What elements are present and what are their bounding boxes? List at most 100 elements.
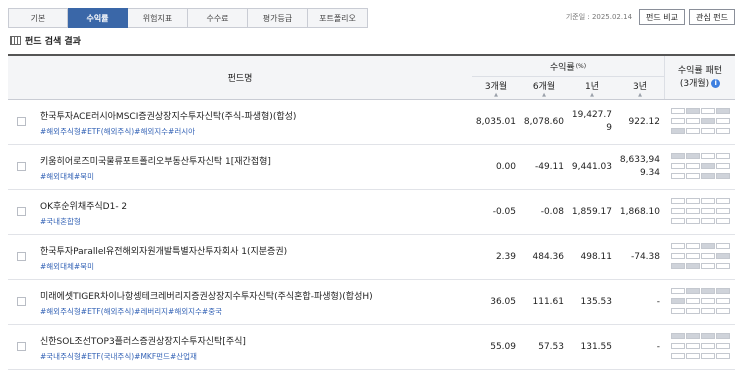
- table-row: OK후순위채주식D1- 2 #국내혼합형 -0.05 -0.08 1,859.17 1,8…: [8, 190, 735, 235]
- pattern-cell: [671, 343, 685, 349]
- info-icon[interactable]: i: [711, 78, 721, 88]
- pattern-cell: [686, 218, 700, 224]
- return-r3y: 8,633,94 9.34: [619, 155, 660, 178]
- pattern-cell: [671, 208, 685, 214]
- pattern-cell: [686, 253, 700, 259]
- fund-tags[interactable]: #해외대체#북미: [40, 171, 94, 182]
- pattern-cell: [716, 128, 730, 134]
- pattern-cell: [716, 173, 730, 179]
- return-r3y: 1,868.10: [619, 207, 660, 217]
- tab-risk[interactable]: 위험지표: [128, 8, 188, 28]
- fund-name-link[interactable]: 한국투자ACE러시아MSCI증권상장지수투자신탁(주식-파생형)(합성): [40, 109, 296, 122]
- row-checkbox[interactable]: [17, 342, 26, 351]
- pattern-cell: [671, 308, 685, 314]
- return-r3m: 8,035.01: [475, 117, 516, 127]
- pattern-cell: [671, 198, 685, 204]
- pattern-cell: [716, 353, 730, 359]
- pattern-cell: [716, 243, 730, 249]
- pattern-cell: [701, 298, 715, 304]
- fund-tags[interactable]: #해외주식형#ETF(해외주식)#해외지수#러시아: [40, 126, 195, 137]
- col-header-1y-label: 1년: [584, 81, 599, 92]
- return-r6m: 484.36: [532, 252, 565, 262]
- col-header-1y[interactable]: 1년 ▲: [568, 77, 616, 99]
- interest-fund-button[interactable]: 관심 펀드: [689, 9, 735, 25]
- return-r6m: 57.53: [538, 342, 564, 352]
- pattern-cell: [671, 118, 685, 124]
- tab-rating[interactable]: 평가등급: [248, 8, 308, 28]
- col-header-3m[interactable]: 3개월 ▲: [472, 77, 520, 99]
- tab-return[interactable]: 수익률: [68, 8, 128, 28]
- pattern-cell: [686, 173, 700, 179]
- base-date: 기준일 : 2025.02.14: [565, 13, 633, 21]
- pattern-cell: [701, 163, 715, 169]
- pattern-cell: [686, 263, 700, 269]
- tab-fee[interactable]: 수수료: [188, 8, 248, 28]
- tab-basic[interactable]: 기본: [8, 8, 68, 28]
- fund-name-link[interactable]: OK후순위채주식D1- 2: [40, 199, 127, 212]
- sort-icon: ▲: [590, 91, 594, 98]
- pattern-cell: [686, 198, 700, 204]
- sort-icon: ▲: [638, 91, 642, 98]
- fund-name-link[interactable]: 신한SOL조선TOP3플러스증권상장지수투자신탁[주식]: [40, 334, 246, 347]
- pattern-cell: [701, 243, 715, 249]
- row-checkbox[interactable]: [17, 117, 26, 126]
- row-checkbox[interactable]: [17, 252, 26, 261]
- top-bar: 기본 수익률 위험지표 수수료 평가등급 포트폴리오 기준일 : 2025.02…: [0, 0, 743, 30]
- pattern-cell: [671, 288, 685, 294]
- fund-name-link[interactable]: 한국투자Parallel유전해외자원개발특별자산투자회사 1(지분증권): [40, 244, 287, 257]
- pattern-cell: [671, 163, 685, 169]
- fund-compare-button[interactable]: 펀드 비교: [639, 9, 686, 25]
- pattern-cell: [701, 173, 715, 179]
- pattern-cell: [701, 118, 715, 124]
- fund-tags[interactable]: #국내주식형#ETF(국내주식)#MKF펀드#산업재: [40, 351, 197, 362]
- pattern-cell: [701, 343, 715, 349]
- return-r3m: 36.05: [490, 297, 516, 307]
- tab-bar: 기본 수익률 위험지표 수수료 평가등급 포트폴리오: [8, 8, 368, 28]
- pattern-cell: [671, 353, 685, 359]
- pattern-cell: [686, 333, 700, 339]
- return-r6m: -49.11: [534, 162, 564, 172]
- pattern-cell: [701, 288, 715, 294]
- col-header-3y[interactable]: 3년 ▲: [616, 77, 664, 99]
- tab-portfolio[interactable]: 포트폴리오: [308, 8, 368, 28]
- return-pattern-grid: [671, 243, 731, 273]
- fund-tags[interactable]: #해외대체#북미: [40, 261, 94, 272]
- pattern-cell: [716, 198, 730, 204]
- row-checkbox[interactable]: [17, 207, 26, 216]
- return-r3m: 55.09: [490, 342, 516, 352]
- pattern-cell: [701, 108, 715, 114]
- pattern-cell: [701, 218, 715, 224]
- pattern-cell: [701, 128, 715, 134]
- table-row: 신한SOL조선TOP3플러스증권상장지수투자신탁[주식] #국내주식형#ETF(국…: [8, 325, 735, 370]
- fund-tags[interactable]: #해외주식형#ETF(해외주식)#레버리지#해외지수#중국: [40, 306, 222, 317]
- pattern-cell: [671, 243, 685, 249]
- col-header-6m-label: 6개월: [532, 81, 556, 92]
- pattern-cell: [716, 308, 730, 314]
- return-r3y: -: [656, 297, 660, 307]
- fund-tags[interactable]: #국내혼합형: [40, 216, 81, 227]
- row-checkbox[interactable]: [17, 162, 26, 171]
- pattern-cell: [701, 353, 715, 359]
- table-row: 미래에셋TIGER차이나항셍테크레버리지증권상장지수투자신탁(주식혼합-파생형)…: [8, 280, 735, 325]
- fund-name-link[interactable]: 키움히어로즈미국물류포트폴리오부동산투자신탁 1[재간접형]: [40, 154, 271, 167]
- pattern-cell: [686, 298, 700, 304]
- return-r3m: -0.05: [492, 207, 516, 217]
- col-header-pattern-period: (3개월): [679, 78, 710, 89]
- pattern-cell: [686, 118, 700, 124]
- pattern-cell: [686, 308, 700, 314]
- pattern-cell: [701, 263, 715, 269]
- return-r6m: -0.08: [540, 207, 564, 217]
- return-r3m: 0.00: [495, 162, 516, 172]
- pattern-cell: [716, 153, 730, 159]
- col-header-3m-label: 3개월: [484, 81, 508, 92]
- col-header-6m[interactable]: 6개월 ▲: [520, 77, 568, 99]
- pattern-cell: [701, 208, 715, 214]
- pattern-cell: [716, 108, 730, 114]
- return-pattern-grid: [671, 153, 731, 183]
- row-checkbox[interactable]: [17, 297, 26, 306]
- pattern-cell: [716, 163, 730, 169]
- fund-name-link[interactable]: 미래에셋TIGER차이나항셍테크레버리지증권상장지수투자신탁(주식혼합-파생형)…: [40, 289, 373, 302]
- sort-icon: ▲: [494, 91, 498, 98]
- return-pattern-grid: [671, 108, 731, 138]
- pattern-cell: [716, 298, 730, 304]
